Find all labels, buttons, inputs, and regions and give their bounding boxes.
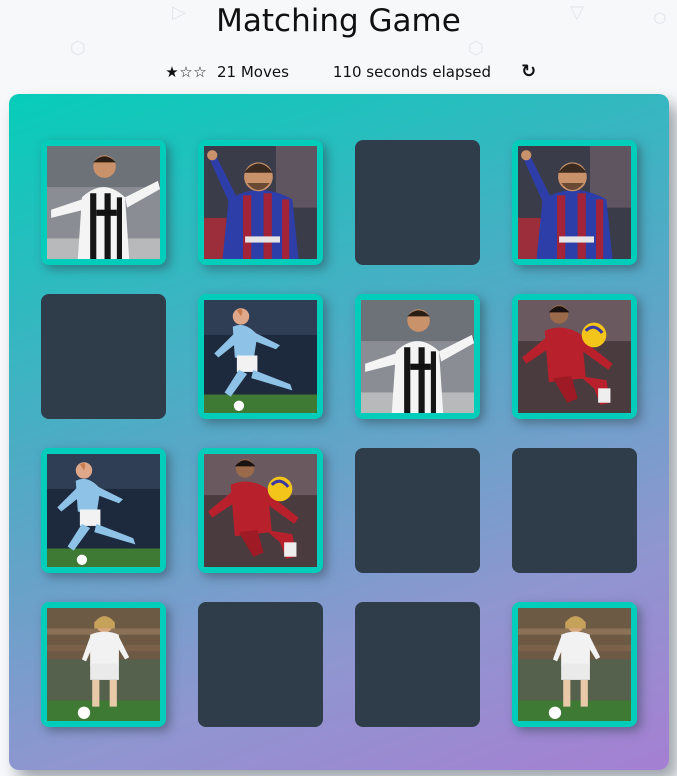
ronaldo-juventus-image <box>361 300 474 413</box>
star-empty-icon: ☆ <box>193 62 207 81</box>
messi-barcelona-image <box>518 146 631 259</box>
page-title: Matching Game <box>216 3 461 39</box>
modric-real-madrid-image <box>518 608 631 721</box>
card-open-salah-liverpool[interactable] <box>512 294 637 419</box>
star-empty-icon: ☆ <box>179 62 193 81</box>
card-open-messi-barcelona[interactable] <box>198 140 323 265</box>
timer: 110 seconds elapsed <box>332 63 492 81</box>
card-open-de-bruyne-man-city[interactable] <box>198 294 323 419</box>
card-open-modric-real-madrid[interactable] <box>512 602 637 727</box>
modric-real-madrid-image <box>47 608 160 721</box>
restart-icon[interactable]: ↻ <box>521 63 536 81</box>
moves-counter: 21 Moves <box>217 63 289 81</box>
de-bruyne-man-city-image <box>204 300 317 413</box>
card-deck <box>9 94 669 770</box>
card-closed[interactable] <box>355 448 480 573</box>
card-closed[interactable] <box>512 448 637 573</box>
card-open-de-bruyne-man-city[interactable] <box>41 448 166 573</box>
card-open-messi-barcelona[interactable] <box>512 140 637 265</box>
messi-barcelona-image <box>204 146 317 259</box>
ronaldo-juventus-image <box>47 146 160 259</box>
score-panel: ★ ☆ ☆ 21 Moves 110 seconds elapsed ↻ <box>165 60 536 84</box>
card-open-ronaldo-juventus[interactable] <box>41 140 166 265</box>
card-open-salah-liverpool[interactable] <box>198 448 323 573</box>
card-closed[interactable] <box>198 602 323 727</box>
card-closed[interactable] <box>41 294 166 419</box>
star-rating: ★ ☆ ☆ <box>165 62 207 81</box>
salah-liverpool-image <box>204 454 317 567</box>
star-filled-icon: ★ <box>165 62 179 81</box>
card-open-ronaldo-juventus[interactable] <box>355 294 480 419</box>
card-closed[interactable] <box>355 602 480 727</box>
card-closed[interactable] <box>355 140 480 265</box>
salah-liverpool-image <box>518 300 631 413</box>
card-open-modric-real-madrid[interactable] <box>41 602 166 727</box>
de-bruyne-man-city-image <box>47 454 160 567</box>
